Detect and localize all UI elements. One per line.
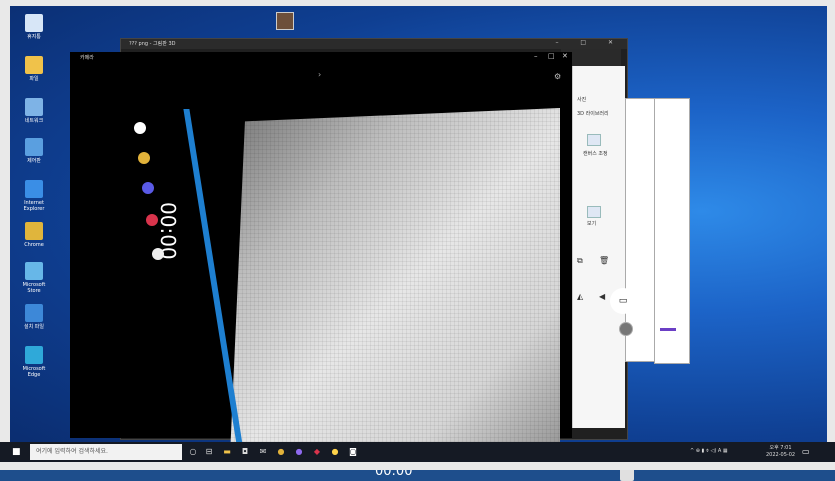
desktop-icon-label: Microsoft Store [22,282,46,294]
panel-label-4[interactable]: 보기 [587,220,596,227]
desktop-icon-label: Internet Explorer [23,200,45,212]
desktop-icon-label: Chrome [24,242,44,248]
obs-icon [142,182,154,194]
task-view-icon[interactable]: ⊟ [204,447,214,457]
desktop-edge-shortcut[interactable]: Microsoft Edge [16,346,52,378]
video-icon: ▭ [618,296,628,306]
upload-icon [25,304,43,322]
notification-icon[interactable]: ▭ [802,447,812,457]
store-icon[interactable]: ◘ [240,447,250,457]
rotated-taskbar-stripe [183,109,243,445]
desktop-folder-shortcut[interactable]: 파일 [16,56,52,82]
desktop-icon-label: Microsoft Edge [22,366,46,378]
ie-icon [25,180,43,198]
folder-icon [25,56,43,74]
view-icon[interactable] [587,206,601,218]
desktop-icon-label: 휴지통 [27,34,41,40]
desktop-control-panel-shortcut[interactable]: 제어판 [16,138,52,164]
paint-title: ??? png - 그림판 3D [121,39,627,49]
clock-time: 오후 7:01 [769,445,792,451]
background-window-2[interactable] [654,98,690,364]
paint3d-taskbar-icon[interactable]: ● [330,447,340,457]
desktop-ie-shortcut[interactable]: Internet Explorer [16,180,52,212]
mail-icon[interactable]: ✉ [258,447,268,457]
obs-taskbar-icon[interactable]: ● [294,447,304,457]
desktop-app-shortcut[interactable]: Microsoft Store [16,262,52,294]
cortana-icon[interactable]: ○ [188,447,198,457]
taskbar-search-input[interactable]: 여기에 입력하여 검색하세요. [30,444,182,460]
file-explorer-icon[interactable]: ▬ [222,447,232,457]
paint-side-panel: 사진 3D 라이브러리 캔버스 조정 보기 ⧉ 🗑 ◭ ◀ [572,66,625,428]
control-panel-icon [25,138,43,156]
desktop-icon-label: 설치 파일 [24,324,44,330]
left-frame [0,0,10,470]
recycle-bin-icon [25,14,43,32]
canvas-icon[interactable] [587,134,601,146]
chrome-icon [138,152,150,164]
chrome-taskbar-icon[interactable]: ● [276,447,286,457]
kakao-taskbar-icon[interactable]: ◆ [312,447,322,457]
camera-window[interactable]: 카메라 – □ ✕ › ⚙ 00:00 ▭ 00:00 [70,52,636,481]
desktop-upload-shortcut[interactable]: 설치 파일 [16,304,52,330]
taskbar: ■ 여기에 입력하여 검색하세요. ○ ⊟ ▬ ◘ ✉ ● ● ◆ ● ◙ ^ … [0,442,835,462]
edge-icon [25,346,43,364]
gear-icon[interactable]: ⚙ [554,72,561,81]
camera-icon [152,248,164,260]
trash-icon[interactable]: 🗑 [599,256,609,265]
copy-icon[interactable]: ⧉ [577,256,583,266]
desktop-icon-label: 파일 [29,76,39,82]
panel-label-3[interactable]: 캔버스 조정 [583,150,608,157]
chevron-right-icon[interactable]: › [318,70,321,79]
right-frame [827,0,835,470]
maximize-button[interactable]: □ [548,52,555,60]
desktop-icon-label: 제어판 [27,158,41,164]
rotate-icon[interactable]: ◀ [599,292,605,301]
panel-label-1: 사진 [577,97,587,103]
desktop-recycle-bin-shortcut[interactable]: 휴지통 [16,14,52,40]
minimize-button[interactable]: – [534,52,538,60]
top-frame [0,0,835,6]
desktop-avatar[interactable] [276,12,294,30]
system-tray[interactable]: ^ ⊕ ▮ ⌽ ◁) A ▦ [690,448,728,454]
video-record-button[interactable]: ▭ [610,288,636,314]
camera-preview [230,108,560,442]
notion-icon [134,122,146,134]
bottom-frame [0,462,835,470]
camera-taskbar-icon[interactable]: ◙ [348,447,358,457]
network-icon [25,98,43,116]
app-icon [25,262,43,280]
photo-mode-button[interactable] [619,322,633,336]
paint-window-controls[interactable]: – □ ✕ [555,39,623,46]
taskbar-clock[interactable]: 오후 7:01 2022-05-02 [766,445,795,459]
close-button[interactable]: ✕ [562,52,568,60]
purple-accent [660,328,676,331]
chrome-icon [25,222,43,240]
clock-date: 2022-05-02 [766,452,796,458]
kakao-icon [146,214,158,226]
windows-start-icon[interactable]: ■ [12,447,22,457]
desktop-icon-label: 네트워크 [24,118,44,124]
camera-title: 카메라 [80,55,94,61]
desktop-chrome-shortcut[interactable]: Chrome [16,222,52,248]
panel-label-2: 3D 라이브러리 [577,111,609,117]
flip-icon[interactable]: ◭ [577,292,583,301]
desktop-network-shortcut[interactable]: 네트워크 [16,98,52,124]
